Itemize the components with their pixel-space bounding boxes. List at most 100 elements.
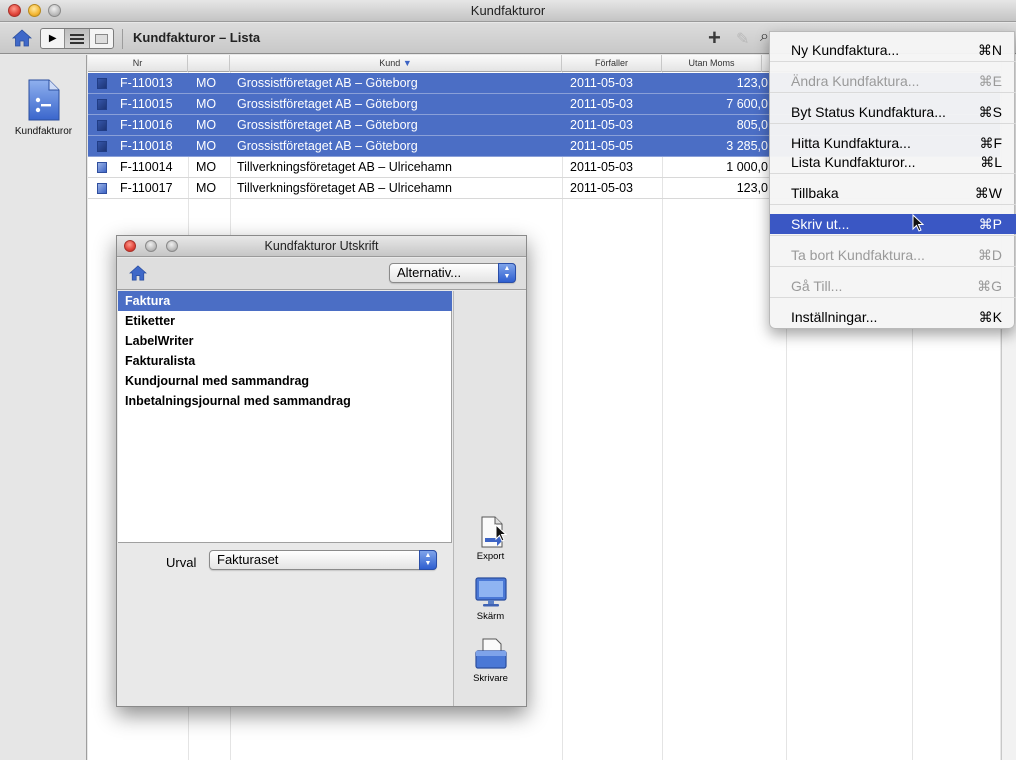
home-icon[interactable] [129,265,147,281]
invoice-document-icon[interactable] [25,79,61,121]
report-list-item[interactable]: Etiketter [118,311,452,331]
dialog-close-button[interactable] [124,240,136,252]
cell-utan-moms: 3 285,0 [726,139,768,153]
menu-item-shortcut: ⌘L [980,154,1002,170]
menu-item-shortcut: ⌘D [977,247,1002,263]
form-view-icon[interactable] [90,29,113,48]
record-icon [97,78,107,89]
export-button[interactable]: Export [454,516,527,562]
menu-item-shortcut: ⌘W [974,185,1002,201]
cell-nr: F-110017 [120,181,173,195]
column-header-forfaller[interactable]: Förfaller [562,55,662,72]
column-header-nr[interactable]: Nr [88,55,188,72]
monitor-icon [474,577,507,607]
cell-utan-moms: 1 000,0 [726,160,768,174]
window-titlebar: Kundfakturor [0,0,1016,22]
cell-forfaller: 2011-05-05 [570,139,634,153]
cell-kund: Tillverkningsföretaget AB – Ulricehamn [237,181,452,195]
menu-item[interactable]: Skriv ut... ⌘P [770,214,1016,234]
dialog-titlebar: Kundfakturor Utskrift [117,236,526,257]
list-view-icon[interactable] [65,29,90,48]
search-icon[interactable]: ⌕ [760,28,769,46]
layout-title: Kundfakturor – Lista [133,30,261,45]
report-list-item[interactable]: LabelWriter [118,331,452,351]
cell-utan-moms: 7 600,0 [726,97,768,111]
edit-icon[interactable]: ✎ [736,29,749,49]
cell-nr: F-110015 [120,97,173,111]
cell-sign: MO [196,181,217,195]
report-list[interactable]: Faktura Etiketter LabelWriter Fakturalista K… [118,291,452,543]
minimize-window-button[interactable] [28,4,41,17]
cell-forfaller: 2011-05-03 [570,160,634,174]
cell-nr: F-110016 [120,118,173,132]
dialog-zoom-button[interactable] [166,240,178,252]
menu-item-label: Lista Kundfakturor... [791,154,916,170]
column-header-utan-moms[interactable]: Utan Moms [662,55,762,72]
menu-separator [770,61,1016,62]
home-icon[interactable] [12,29,32,47]
menu-item[interactable]: Tillbaka ⌘W [770,183,1016,203]
close-window-button[interactable] [8,4,21,17]
cell-kund: Grossistföretaget AB – Göteborg [237,97,418,111]
menu-item[interactable]: Inställningar... ⌘K [770,307,1016,327]
dialog-toolbar: Alternativ... ▲ ▼ [117,258,526,290]
column-header-kund[interactable]: Kund ▼ [230,55,562,72]
cell-sign: MO [196,118,217,132]
cell-sign: MO [196,97,217,111]
zoom-window-button[interactable] [48,4,61,17]
menu-item: Ändra Kundfaktura... ⌘E [770,71,1016,91]
menu-separator [770,123,1016,124]
report-list-item[interactable]: Kundjournal med sammandrag [118,371,452,391]
sidebar-label[interactable]: Kundfakturor [0,126,87,137]
cell-utan-moms: 123,0 [736,76,768,90]
cell-sign: MO [196,160,217,174]
cell-kund: Grossistföretaget AB – Göteborg [237,118,418,132]
view-mode-segmented-control[interactable]: ▶ [40,28,114,49]
selection-panel: Urval Fakturaset ▲ ▼ [118,544,452,706]
record-icon [97,162,107,173]
cell-utan-moms: 805,0 [736,118,768,132]
cell-forfaller: 2011-05-03 [570,76,634,90]
screen-button[interactable]: Skärm [454,576,527,622]
report-list-item[interactable]: Faktura [118,291,452,311]
menu-item-label: Ta bort Kundfaktura... [791,247,925,263]
cell-forfaller: 2011-05-03 [570,181,634,195]
dialog-minimize-button[interactable] [145,240,157,252]
popup-stepper-icon: ▲ ▼ [419,550,437,570]
menu-item-shortcut: ⌘N [977,42,1002,58]
menu-item: Gå Till... ⌘G [770,276,1016,296]
window-title: Kundfakturor [470,3,546,18]
printer-button[interactable]: Skrivare [454,638,527,684]
menu-item-label: Gå Till... [791,278,843,294]
menu-item-shortcut: ⌘G [977,278,1002,294]
report-list-item[interactable]: Fakturalista [118,351,452,371]
record-icon [97,141,107,152]
column-header-sign[interactable] [188,55,230,72]
menu-item-label: Skriv ut... [791,216,850,232]
report-list-item[interactable]: Inbetalningsjournal med sammandrag [118,391,452,411]
menu-item[interactable]: Lista Kundfakturor... ⌘L [770,152,1016,172]
menu-item-shortcut: ⌘K [978,309,1002,325]
urval-label: Urval [166,555,197,570]
menu-separator [770,173,1016,174]
menu-item[interactable]: Hitta Kundfaktura... ⌘F [770,133,1016,153]
toolbar-divider [122,29,123,49]
menu-item[interactable]: Ny Kundfaktura... ⌘N [770,40,1016,60]
add-icon[interactable]: + [708,25,721,51]
menu-item-label: Inställningar... [791,309,878,325]
single-view-icon[interactable]: ▶ [41,29,66,48]
options-popup[interactable]: Alternativ... ▲ ▼ [389,263,516,283]
cell-nr: F-110014 [120,160,173,174]
sort-descending-icon: ▼ [402,58,412,68]
dialog-title: Kundfakturor Utskrift [264,239,379,253]
menu-separator [770,92,1016,93]
record-icon [97,99,107,110]
popup-stepper-icon: ▲ ▼ [498,263,516,283]
menu-item-label: Hitta Kundfaktura... [791,135,911,151]
menu-separator [770,204,1016,205]
menu-item-label: Ändra Kundfaktura... [791,73,920,89]
cell-kund: Grossistföretaget AB – Göteborg [237,76,418,90]
record-icon [97,120,107,131]
urval-popup[interactable]: Fakturaset ▲ ▼ [209,550,437,570]
menu-item[interactable]: Byt Status Kundfaktura... ⌘S [770,102,1016,122]
